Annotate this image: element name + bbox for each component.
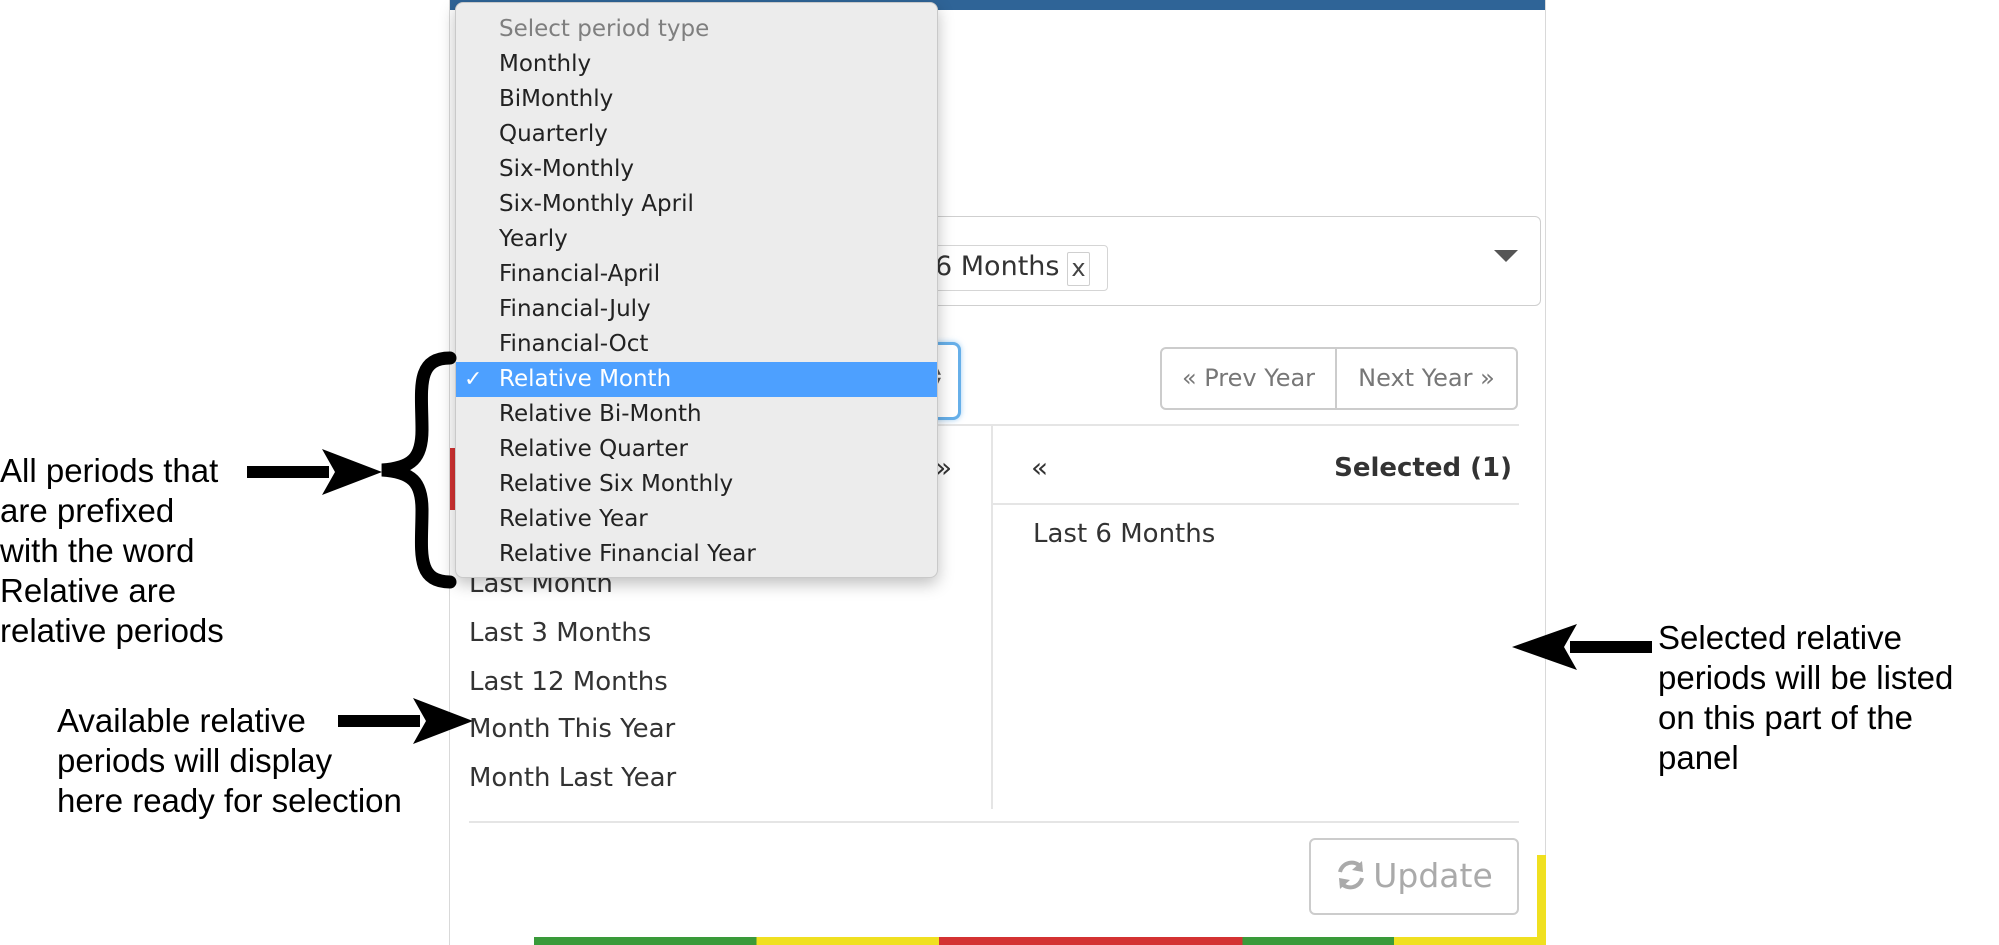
annotation-line: panel (1658, 739, 1739, 776)
annotation-line: with the word (0, 532, 195, 569)
chip-remove-button[interactable]: x (1067, 252, 1090, 286)
next-year-button[interactable]: Next Year » (1335, 347, 1518, 410)
selected-list-item[interactable]: Last 6 Months (1033, 519, 1215, 549)
annotation-selected: Selected relative periods will be listed… (1658, 618, 1953, 778)
dropdown-option[interactable]: Relative Six Monthly (456, 467, 937, 502)
dropdown-option[interactable]: Relative Financial Year (456, 537, 937, 572)
annotation-relative-periods: All periods that are prefixed with the w… (0, 451, 224, 651)
column-divider (991, 424, 993, 809)
annotation-line: are prefixed (0, 492, 175, 529)
dropdown-option-selected[interactable]: ✓ Relative Month (456, 362, 937, 397)
dropdown-option[interactable]: Quarterly (456, 117, 937, 152)
annotation-line: relative periods (0, 612, 224, 649)
update-button[interactable]: Update (1309, 838, 1519, 915)
available-list-item[interactable]: Month This Year (469, 714, 675, 744)
annotation-line: on this part of the (1658, 699, 1913, 736)
dropdown-option[interactable]: Financial-April (456, 257, 937, 292)
dropdown-option-label: Relative Month (499, 366, 672, 392)
dropdown-option[interactable]: Financial-July (456, 292, 937, 327)
dropdown-option[interactable]: Yearly (456, 222, 937, 257)
selected-header: Selected (1) (1334, 453, 1512, 483)
dropdown-option[interactable]: BiMonthly (456, 82, 937, 117)
dropdown-option[interactable]: Six-Monthly April (456, 187, 937, 222)
dropdown-option[interactable]: Monthly (456, 47, 937, 82)
update-label: Update (1373, 856, 1493, 895)
panel-border-right (1545, 0, 1546, 945)
annotation-line: All periods that (0, 452, 219, 489)
annotation-line: periods will be listed (1658, 659, 1954, 696)
dropdown-option[interactable]: Relative Bi-Month (456, 397, 937, 432)
map-legend-stripe (534, 937, 1546, 945)
divider (469, 821, 1519, 823)
caret-down-icon[interactable] (1494, 250, 1518, 262)
deselect-all-icon[interactable]: « (1031, 451, 1048, 484)
dropdown-option[interactable]: Relative Year (456, 502, 937, 537)
annotation-line: Selected relative (1658, 619, 1902, 656)
arrow-right-icon (247, 449, 382, 495)
arrow-right-icon (338, 698, 473, 744)
annotation-line: periods will display (57, 742, 333, 779)
dropdown-option[interactable]: Relative Quarter (456, 432, 937, 467)
check-icon: ✓ (464, 367, 483, 392)
annotation-line: Relative are (0, 572, 177, 609)
map-edge (1537, 855, 1546, 945)
available-list-item[interactable]: Last 3 Months (469, 618, 651, 648)
prev-year-button[interactable]: « Prev Year (1160, 347, 1337, 410)
annotation-line: here ready for selection (57, 782, 402, 819)
refresh-icon (1338, 860, 1365, 890)
dropdown-header: Select period type (499, 16, 710, 42)
available-list-item[interactable]: Last 12 Months (469, 667, 668, 697)
dropdown-option[interactable]: Six-Monthly (456, 152, 937, 187)
period-chip-label: 6 Months (935, 251, 1060, 282)
period-type-dropdown[interactable]: Select period type Monthly BiMonthly Qua… (455, 2, 938, 578)
arrow-left-icon (1512, 624, 1652, 670)
available-list-item[interactable]: Month Last Year (469, 763, 676, 793)
divider (992, 503, 1519, 505)
dropdown-option[interactable]: Financial-Oct (456, 327, 937, 362)
